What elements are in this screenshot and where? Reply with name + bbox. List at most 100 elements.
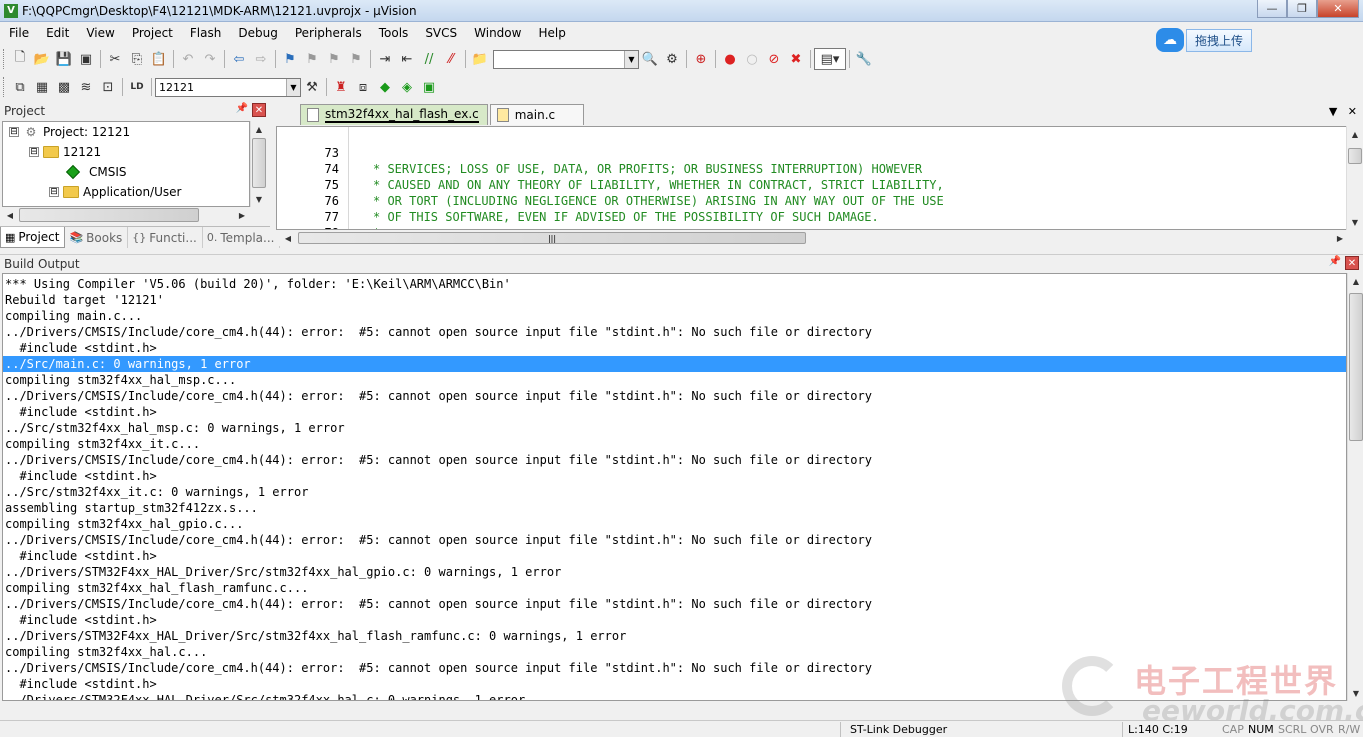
build-output-line[interactable]: assembling startup_stm32f412zx.s... (3, 500, 1346, 516)
target-select[interactable]: 12121 ▼ (155, 77, 301, 97)
translate-icon[interactable]: ⧉ (9, 76, 31, 98)
scroll-thumb[interactable]: ||| (298, 232, 806, 244)
window-layout-icon[interactable]: ▤▾ (814, 48, 846, 70)
build-output-line[interactable]: #include <stdint.h> (3, 548, 1346, 564)
build-output-line[interactable]: *** Using Compiler 'V5.06 (build 20)', f… (3, 276, 1346, 292)
scroll-thumb[interactable] (19, 208, 199, 222)
chevron-down-icon[interactable]: ▼ (624, 50, 638, 68)
scroll-right-icon[interactable]: ▶ (1332, 230, 1348, 246)
build-output-line[interactable]: ../Drivers/CMSIS/Include/core_cm4.h(44):… (3, 532, 1346, 548)
menu-peripherals[interactable]: Peripherals (286, 26, 370, 40)
build-output-line[interactable]: ../Drivers/CMSIS/Include/core_cm4.h(44):… (3, 452, 1346, 468)
navigate-forward-icon[interactable]: ⇨ (250, 48, 272, 70)
clear-bookmarks-icon[interactable]: ⚑ (345, 48, 367, 70)
scroll-down-icon[interactable]: ▼ (1348, 685, 1363, 701)
menu-window[interactable]: Window (465, 26, 529, 40)
cut-icon[interactable]: ✂ (104, 48, 126, 70)
manage-multi-project-icon[interactable]: ⧈ (352, 76, 374, 98)
project-tree-hscrollbar[interactable]: ◀ ▶ (2, 207, 250, 223)
pin-icon[interactable]: 📌 (236, 103, 248, 114)
build-output-line[interactable]: ../Drivers/CMSIS/Include/core_cm4.h(44):… (3, 596, 1346, 612)
open-folder-icon[interactable]: 📂 (31, 48, 53, 70)
menu-help[interactable]: Help (529, 26, 573, 40)
menu-file[interactable]: File (0, 26, 37, 40)
comment-icon[interactable]: // (418, 48, 440, 70)
start-debug-icon[interactable]: ⊕ (690, 48, 712, 70)
tree-node-target[interactable]: ⊟ 12121 (3, 142, 249, 162)
build-output-line[interactable]: compiling main.c... (3, 308, 1346, 324)
configure-wrench-icon[interactable]: 🔧 (853, 48, 875, 70)
build-output-line[interactable]: #include <stdint.h> (3, 340, 1346, 356)
collapse-toggle-icon[interactable]: ⊟ (9, 127, 19, 137)
indent-icon[interactable]: ⇥ (374, 48, 396, 70)
save-icon[interactable]: 💾 (53, 48, 75, 70)
pin-icon[interactable]: 📌 (1329, 256, 1341, 267)
close-button[interactable]: ✕ (1317, 0, 1359, 18)
tab-templates[interactable]: 0. Templa... (203, 227, 281, 248)
menu-project[interactable]: Project (123, 26, 181, 40)
build-output-line-selected[interactable]: ../Src/main.c: 0 warnings, 1 error (3, 356, 1346, 372)
scroll-left-icon[interactable]: ◀ (2, 207, 18, 223)
select-software-packs-icon[interactable]: ◈ (396, 76, 418, 98)
scroll-up-icon[interactable]: ▲ (1348, 273, 1363, 289)
build-icon[interactable]: ▦ (31, 76, 53, 98)
build-output-line[interactable]: ../Drivers/STM32F4xx_HAL_Driver/Src/stm3… (3, 692, 1346, 700)
manage-run-time-environment-icon[interactable]: ◆ (374, 76, 396, 98)
build-output-line[interactable]: compiling stm32f4xx_it.c... (3, 436, 1346, 452)
paste-icon[interactable]: 📋 (148, 48, 170, 70)
build-output-line[interactable]: ../Src/stm32f4xx_it.c: 0 warnings, 1 err… (3, 484, 1346, 500)
build-output-line[interactable]: #include <stdint.h> (3, 676, 1346, 692)
navigate-back-icon[interactable]: ⇦ (228, 48, 250, 70)
menu-svcs[interactable]: SVCS (416, 26, 465, 40)
pack-installer-icon[interactable]: ▣ (418, 76, 440, 98)
close-editor-icon[interactable]: ✕ (1348, 105, 1357, 118)
build-output-line[interactable]: ../Src/stm32f4xx_hal_msp.c: 0 warnings, … (3, 420, 1346, 436)
disable-breakpoints-icon[interactable]: ⊘ (763, 48, 785, 70)
menu-view[interactable]: View (77, 26, 122, 40)
tree-node-application-user[interactable]: ⊟ Application/User (3, 182, 249, 202)
chevron-down-icon[interactable]: ▼ (286, 78, 300, 96)
build-output-line[interactable]: compiling stm32f4xx_hal_flash_ramfunc.c.… (3, 580, 1346, 596)
editor-tab-flash-ex[interactable]: stm32f4xx_hal_flash_ex.c (300, 104, 488, 125)
batch-build-icon[interactable]: ≋ (75, 76, 97, 98)
toolbar-grip[interactable] (3, 77, 6, 97)
target-options-icon[interactable]: ⚒ (301, 76, 323, 98)
insert-breakpoint-icon[interactable]: ● (719, 48, 741, 70)
enable-breakpoint-icon[interactable]: ○ (741, 48, 763, 70)
menu-edit[interactable]: Edit (37, 26, 77, 40)
close-panel-icon[interactable]: ✕ (1345, 256, 1359, 270)
find-icon[interactable]: 🔍 (639, 48, 661, 70)
build-output-line[interactable]: ../Drivers/CMSIS/Include/core_cm4.h(44):… (3, 388, 1346, 404)
scroll-down-icon[interactable]: ▼ (1347, 214, 1363, 230)
menu-flash[interactable]: Flash (181, 26, 229, 40)
build-output-hscrollbar[interactable] (2, 701, 1347, 717)
save-all-icon[interactable]: ▣ (75, 48, 97, 70)
minimize-button[interactable]: — (1257, 0, 1287, 18)
find-in-files-icon[interactable]: 📁 (469, 48, 491, 70)
build-output-line[interactable]: #include <stdint.h> (3, 404, 1346, 420)
editor-tab-main[interactable]: main.c (489, 104, 585, 125)
build-output-line[interactable]: compiling stm32f4xx_hal_gpio.c... (3, 516, 1346, 532)
manage-project-items-icon[interactable]: ♜ (330, 76, 352, 98)
menu-tools[interactable]: Tools (370, 26, 417, 40)
tree-node-cmsis[interactable]: CMSIS (3, 162, 249, 182)
build-output-line[interactable]: ../Drivers/CMSIS/Include/core_cm4.h(44):… (3, 324, 1346, 340)
uncomment-icon[interactable]: ⁄⁄ (440, 48, 462, 70)
build-output-text[interactable]: *** Using Compiler 'V5.06 (build 20)', f… (2, 273, 1347, 701)
download-load-icon[interactable]: LD (126, 76, 148, 98)
scroll-right-icon[interactable]: ▶ (234, 207, 250, 223)
stop-build-icon[interactable]: ⊡ (97, 76, 119, 98)
scroll-up-icon[interactable]: ▲ (1347, 126, 1363, 142)
build-output-line[interactable]: Rebuild target '12121' (3, 292, 1346, 308)
undo-icon[interactable]: ↶ (177, 48, 199, 70)
build-output-line[interactable]: #include <stdint.h> (3, 468, 1346, 484)
editor-vscrollbar[interactable]: ▲ ▼ (1346, 126, 1363, 230)
editor-hscrollbar[interactable]: ◀ ||| ▶ (276, 230, 1348, 246)
code-view[interactable]: 73 * SERVICES; LOSS OF USE, DATA, OR PRO… (276, 126, 1348, 230)
project-tree-vscrollbar[interactable]: ▲ ▼ (250, 121, 267, 207)
incremental-find-icon[interactable]: ⚙ (661, 48, 683, 70)
find-combo[interactable]: ▼ (493, 49, 639, 69)
new-file-icon[interactable]: 🗋 (9, 48, 31, 70)
scroll-thumb[interactable] (1349, 293, 1363, 441)
build-output-line[interactable]: compiling stm32f4xx_hal.c... (3, 644, 1346, 660)
